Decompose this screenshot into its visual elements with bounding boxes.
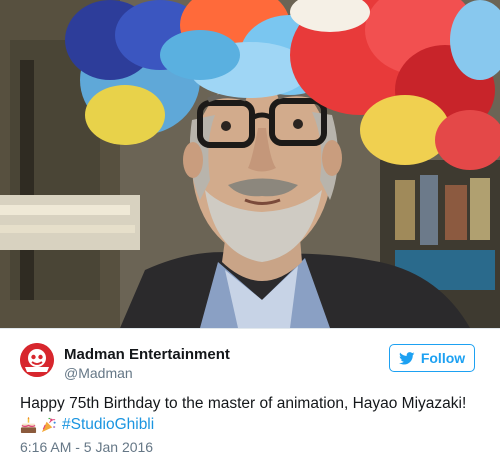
birthday-cake-icon (20, 416, 37, 433)
party-popper-icon (41, 417, 56, 432)
twitter-bird-icon (398, 351, 415, 364)
author-name[interactable]: Madman Entertainment (64, 346, 230, 363)
tweet-timestamp[interactable]: 6:16 AM - 5 Jan 2016 (20, 439, 153, 455)
follow-label: Follow (420, 350, 466, 366)
follow-button[interactable]: Follow (389, 344, 475, 372)
photo-illustration (0, 0, 500, 328)
tweet-text: Happy 75th Birthday to the master of ani… (20, 395, 467, 412)
hashtag-link[interactable]: #StudioGhibli (62, 416, 154, 434)
madman-logo-icon (20, 343, 54, 377)
author-handle[interactable]: @Madman (64, 365, 133, 381)
tweet-emoji-line: #StudioGhibli (20, 415, 154, 435)
tweet-photo[interactable] (0, 0, 500, 328)
tweet-card: Madman Entertainment @Madman Follow Happ… (0, 328, 500, 455)
avatar[interactable] (20, 343, 54, 377)
